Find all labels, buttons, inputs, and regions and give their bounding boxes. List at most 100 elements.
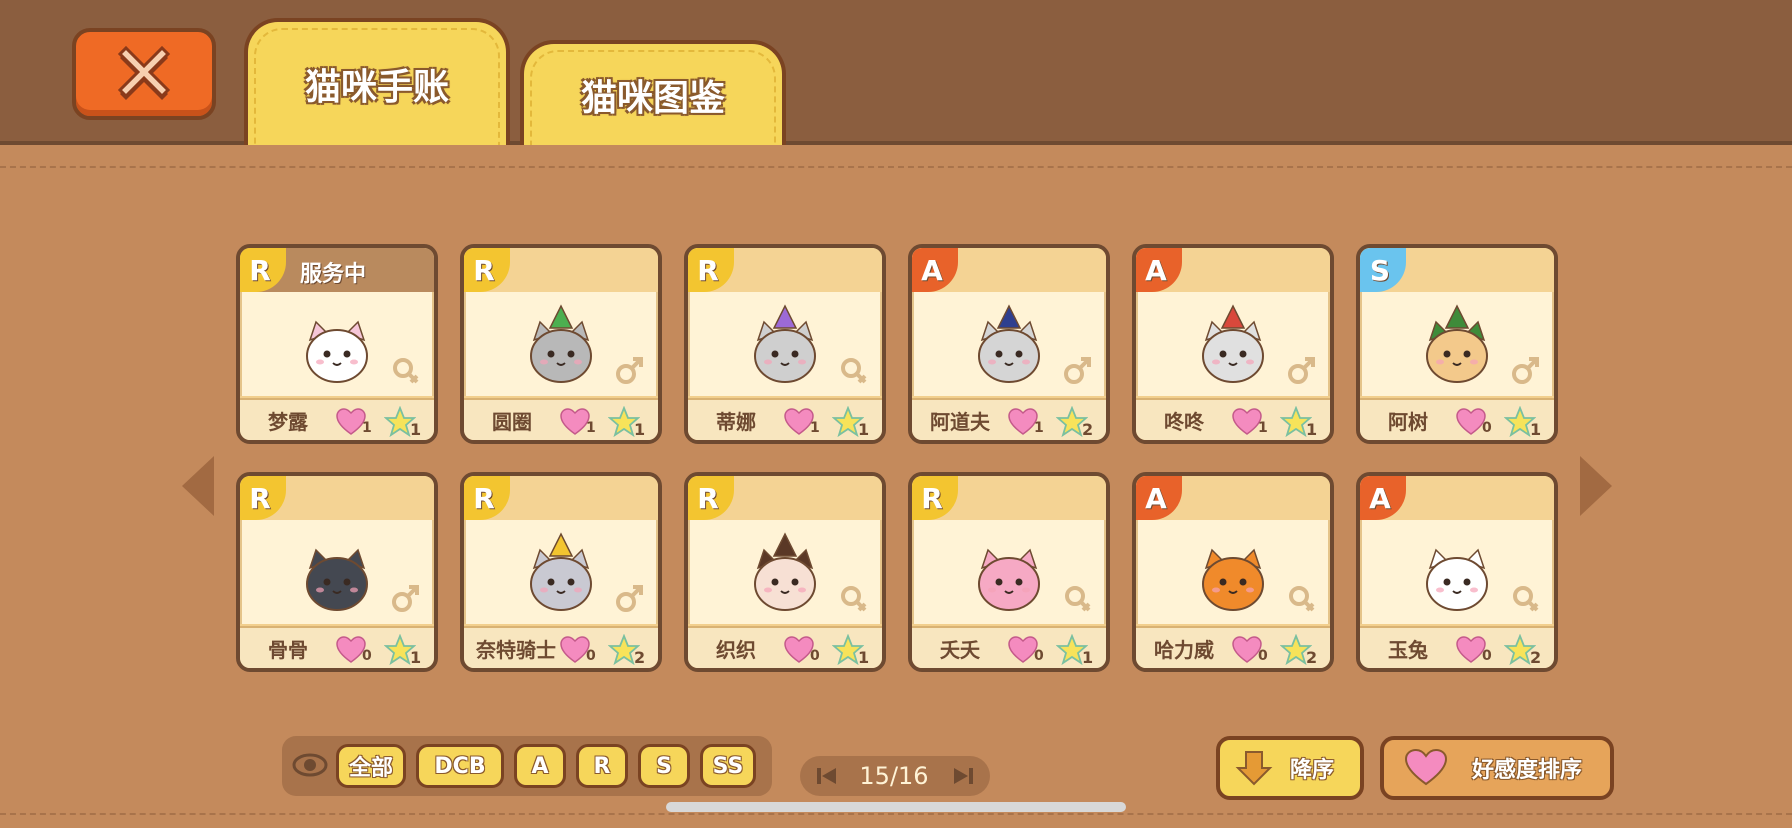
cat-card[interactable]: R 夭夭 0 1 [908, 472, 1110, 672]
tab-label: 猫咪图鉴 [580, 77, 725, 119]
male-icon [1512, 357, 1539, 384]
affection-count: 0 [1034, 648, 1044, 664]
skull-cat-icon [306, 548, 368, 611]
pumpkin-cat-icon [1202, 548, 1264, 611]
star-count: 1 [1530, 420, 1542, 439]
knight-cat-icon [530, 532, 592, 611]
cat-name: 圆圈 [492, 410, 532, 434]
dashed-divider-bottom [0, 813, 1792, 815]
cat-name: 奈特骑士 [476, 638, 556, 662]
cat-name: 梦露 [268, 410, 308, 434]
first-page-icon[interactable] [816, 766, 838, 786]
home-indicator [666, 802, 1126, 812]
filter-a-button[interactable]: A [514, 744, 566, 788]
male-icon [1288, 357, 1315, 384]
cat-name: 夭夭 [940, 638, 980, 662]
star-count: 1 [410, 648, 422, 667]
cat-name: 咚咚 [1164, 410, 1204, 434]
tree-cat-icon [1426, 304, 1488, 383]
female-icon [841, 358, 867, 384]
affection-count: 0 [586, 648, 596, 664]
gray-cat-green-hat-icon [530, 304, 592, 383]
affection-count: 0 [362, 648, 372, 664]
female-icon [1513, 586, 1539, 612]
cat-card[interactable]: R 服务中 梦露 1 1 [236, 244, 438, 444]
prev-page-arrow-icon[interactable] [178, 454, 218, 518]
gray-cat-navy-hat-icon [978, 304, 1040, 383]
cat-name: 蒂娜 [716, 410, 756, 434]
filter-all-button[interactable]: 全部 [336, 744, 406, 788]
tab-cat-encyclopedia[interactable]: 猫咪图鉴 [520, 40, 786, 145]
blossom-cat-icon [978, 548, 1040, 611]
star-count: 1 [1082, 648, 1094, 667]
affection-count: 1 [1258, 420, 1268, 436]
sort-by-affection-button[interactable]: 好感度排序 [1380, 736, 1614, 800]
sort-by-affection-label: 好感度排序 [1472, 758, 1583, 783]
affection-count: 0 [1482, 420, 1492, 436]
weaver-cat-icon [754, 532, 816, 611]
affection-count: 1 [1034, 420, 1044, 436]
tab-label: 猫咪手账 [304, 66, 449, 108]
cat-card[interactable]: R 奈特骑士 0 2 [460, 472, 662, 672]
affection-count: 1 [586, 420, 596, 436]
star-count: 1 [410, 420, 422, 439]
cat-card[interactable]: R 蒂娜 1 1 [684, 244, 886, 444]
star-count: 2 [1306, 648, 1318, 667]
tab-cat-journal[interactable]: 猫咪手账 [244, 18, 510, 145]
male-icon [616, 585, 643, 612]
gray-cat-red-hat-icon [1202, 304, 1264, 383]
star-count: 1 [858, 420, 870, 439]
cat-name: 哈力威 [1154, 638, 1214, 662]
cat-name: 阿道夫 [930, 410, 990, 434]
cat-card[interactable]: R 骨骨 0 1 [236, 472, 438, 672]
cat-name: 阿树 [1388, 410, 1428, 434]
pagination: 15/16 [800, 756, 990, 796]
cat-card[interactable]: R 圆圈 1 1 [460, 244, 662, 444]
star-count: 1 [858, 648, 870, 667]
filter-ss-button[interactable]: SS [700, 744, 756, 788]
bunny-cat-icon [1426, 548, 1488, 611]
star-count: 2 [634, 648, 646, 667]
gray-cat-purple-hat-icon [754, 304, 816, 383]
down-arrow-icon [1235, 751, 1273, 786]
female-icon [1065, 586, 1091, 612]
cat-name: 骨骨 [268, 638, 308, 662]
eye-icon[interactable] [292, 750, 328, 780]
star-count: 2 [1082, 420, 1094, 439]
sort-descending-label: 降序 [1290, 758, 1335, 783]
affection-count: 1 [810, 420, 820, 436]
female-icon [393, 358, 419, 384]
star-count: 1 [634, 420, 646, 439]
filter-dcb-button[interactable]: DCB [416, 744, 504, 788]
last-page-icon[interactable] [952, 766, 974, 786]
cat-card[interactable]: R 织织 0 1 [684, 472, 886, 672]
cat-card[interactable]: A 咚咚 1 1 [1132, 244, 1334, 444]
star-count: 2 [1530, 648, 1542, 667]
affection-count: 0 [1482, 648, 1492, 664]
cat-name: 玉兔 [1388, 638, 1428, 662]
affection-count: 0 [810, 648, 820, 664]
cat-card[interactable]: A 玉兔 0 2 [1356, 472, 1558, 672]
close-icon [117, 45, 171, 100]
cat-card[interactable]: S 阿树 0 1 [1356, 244, 1558, 444]
filter-r-button[interactable]: R [576, 744, 628, 788]
sort-descending-button[interactable]: 降序 [1216, 736, 1364, 800]
page-indicator: 15/16 [859, 762, 929, 790]
next-page-arrow-icon[interactable] [1576, 454, 1616, 518]
rank-filter-bar: 全部 DCB A R S SS [282, 736, 772, 796]
female-icon [1289, 586, 1315, 612]
filter-s-button[interactable]: S [638, 744, 690, 788]
male-icon [392, 585, 419, 612]
heart-icon [1404, 748, 1448, 786]
white-cat-icon [306, 320, 368, 383]
close-button[interactable] [72, 28, 216, 120]
cat-name: 织织 [716, 638, 756, 662]
star-count: 1 [1306, 420, 1318, 439]
affection-count: 1 [362, 420, 372, 436]
cat-card[interactable]: A 哈力威 0 2 [1132, 472, 1334, 672]
cat-card[interactable]: A 阿道夫 1 2 [908, 244, 1110, 444]
male-icon [1064, 357, 1091, 384]
status-label: 服务中 [300, 262, 367, 287]
dashed-divider-top [0, 166, 1792, 168]
female-icon [841, 586, 867, 612]
